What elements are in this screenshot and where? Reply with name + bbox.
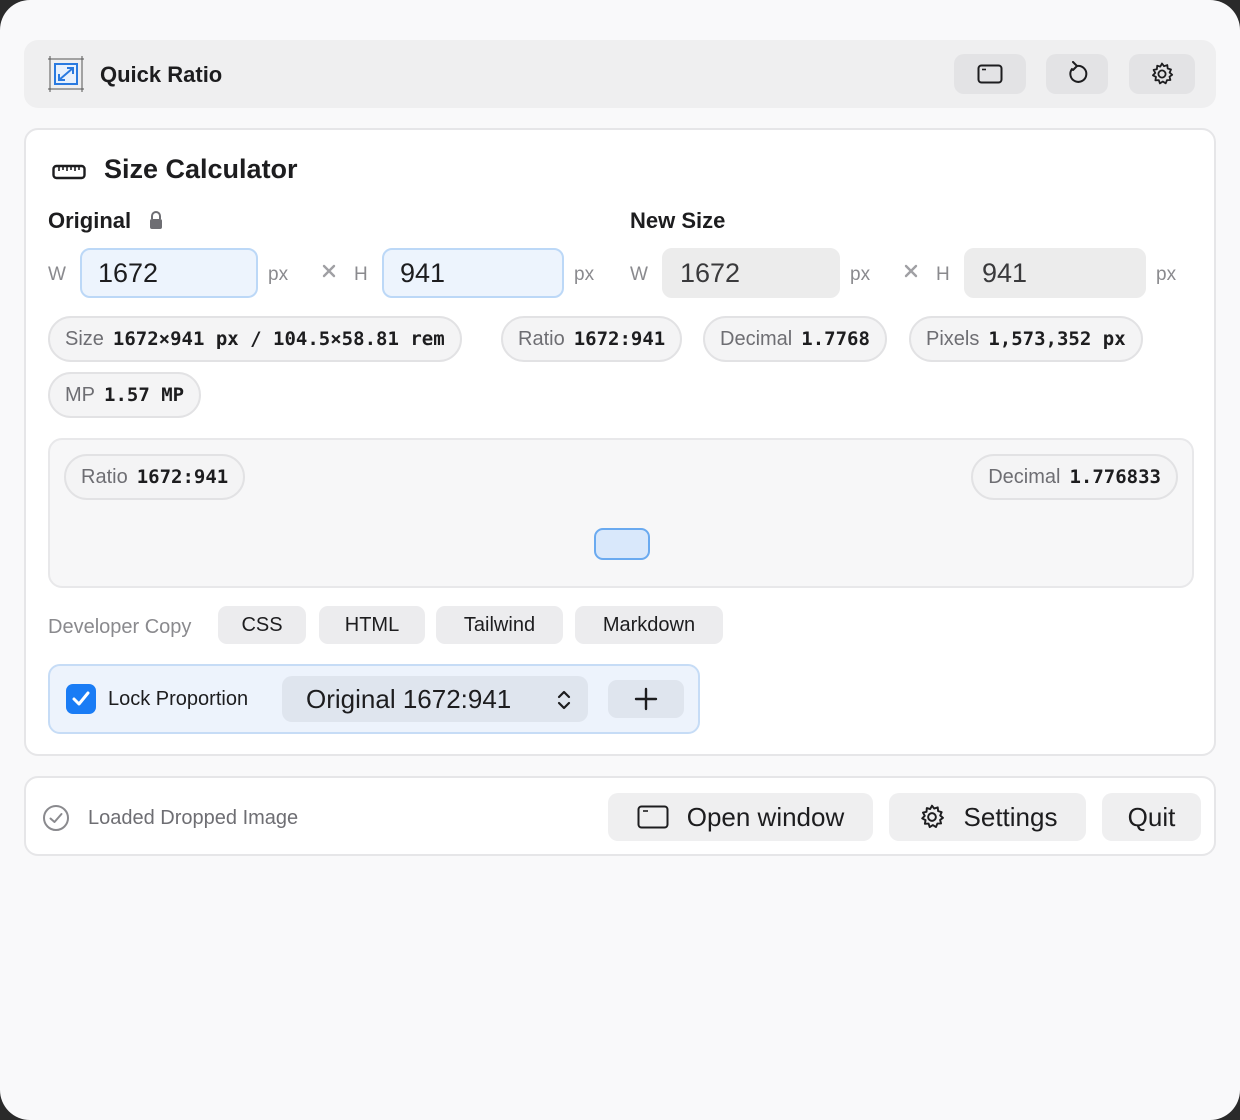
chip-value: 1,573,352 px bbox=[988, 328, 1126, 350]
pixels-chip[interactable]: Pixels 1,573,352 px bbox=[909, 316, 1143, 362]
add-preset-button[interactable] bbox=[608, 680, 684, 718]
new-w-label: W bbox=[630, 264, 648, 285]
new-height-unit: px bbox=[1156, 264, 1177, 285]
chip-value: 1.776833 bbox=[1069, 466, 1161, 488]
size-chip[interactable]: Size 1672×941 px / 104.5×58.81 rem bbox=[48, 316, 462, 362]
window-icon bbox=[637, 805, 669, 829]
original-label: Original bbox=[48, 208, 132, 233]
new-height-input[interactable]: 941 bbox=[964, 248, 1146, 298]
original-h-label: H bbox=[354, 264, 368, 285]
gear-icon bbox=[920, 804, 944, 829]
reset-button[interactable] bbox=[1046, 54, 1108, 94]
original-width-unit: px bbox=[268, 264, 289, 285]
chip-key: Decimal bbox=[988, 465, 1061, 488]
new-width-input[interactable]: 1672 bbox=[662, 248, 840, 298]
window-icon bbox=[977, 64, 1003, 84]
lock-proportion-label: Lock Proportion bbox=[108, 688, 249, 710]
megapixels-chip[interactable]: MP 1.57 MP bbox=[48, 372, 202, 418]
original-width-input[interactable]: 1672 bbox=[80, 248, 258, 298]
ratio-preview: Ratio 1672:941 Decimal 1.776833 bbox=[48, 438, 1194, 588]
app-title: Quick Ratio bbox=[100, 62, 223, 87]
original-height-input[interactable]: 941 bbox=[382, 248, 564, 298]
ratio-chip[interactable]: Ratio 1672:941 bbox=[501, 316, 683, 362]
new-size-label: New Size bbox=[630, 208, 726, 233]
chip-key: Ratio bbox=[518, 327, 565, 350]
ruler-icon bbox=[52, 164, 86, 185]
copy-html-button[interactable]: HTML bbox=[319, 606, 425, 644]
chip-value: 1.57 MP bbox=[104, 384, 185, 406]
chip-value: 1672×941 px / 104.5×58.81 rem bbox=[112, 328, 445, 350]
size-calculator-card: Size Calculator Original W 1672 px H 941… bbox=[24, 128, 1216, 756]
footer-bar: Loaded Dropped Image Open window Setting… bbox=[24, 776, 1216, 856]
chip-key: Ratio bbox=[81, 465, 128, 488]
lock-proportion-row: Lock Proportion Original 1672:941 bbox=[48, 664, 700, 734]
chip-value: 1672:941 bbox=[136, 466, 229, 488]
footer-settings-button[interactable]: Settings bbox=[889, 793, 1086, 841]
resize-app-icon bbox=[46, 54, 86, 94]
original-w-label: W bbox=[48, 264, 66, 285]
preview-decimal-chip: Decimal 1.776833 bbox=[971, 454, 1178, 500]
check-circle-icon bbox=[42, 804, 70, 837]
settings-button[interactable] bbox=[1129, 54, 1195, 94]
new-width-unit: px bbox=[850, 264, 871, 285]
ratio-preset-select[interactable]: Original 1672:941 bbox=[282, 676, 588, 722]
copy-markdown-button[interactable]: Markdown bbox=[575, 606, 723, 644]
chip-key: Size bbox=[65, 327, 104, 350]
copy-tailwind-button[interactable]: Tailwind bbox=[436, 606, 563, 644]
decimal-chip[interactable]: Decimal 1.7768 bbox=[703, 316, 887, 362]
chip-key: Decimal bbox=[720, 327, 793, 350]
quit-label: Quit bbox=[1127, 801, 1176, 832]
settings-label: Settings bbox=[963, 801, 1058, 832]
card-title: Size Calculator bbox=[104, 154, 298, 184]
lock-icon bbox=[148, 210, 164, 235]
copy-css-button[interactable]: CSS bbox=[218, 606, 306, 644]
app-window: Quick Ratio Size Calculator Original W 1… bbox=[0, 0, 1240, 1120]
original-height-unit: px bbox=[574, 264, 595, 285]
preview-ratio-chip: Ratio 1672:941 bbox=[64, 454, 246, 500]
lock-proportion-checkbox[interactable] bbox=[66, 684, 96, 714]
times-icon bbox=[904, 264, 918, 283]
gear-icon bbox=[1152, 62, 1174, 85]
chip-value: 1672:941 bbox=[573, 328, 666, 350]
aspect-preview-shape bbox=[594, 528, 650, 560]
chip-value: 1.7768 bbox=[801, 328, 870, 350]
header-bar: Quick Ratio bbox=[24, 40, 1216, 108]
status-text: Loaded Dropped Image bbox=[88, 807, 299, 829]
plus-icon bbox=[634, 687, 658, 711]
chip-key: Pixels bbox=[926, 327, 980, 350]
reset-icon bbox=[1069, 61, 1088, 83]
checkmark-icon bbox=[72, 691, 90, 706]
ratio-preset-value: Original 1672:941 bbox=[306, 683, 512, 714]
quit-button[interactable]: Quit bbox=[1102, 793, 1201, 841]
times-icon bbox=[322, 264, 336, 283]
chip-key: MP bbox=[65, 383, 95, 406]
window-mode-button[interactable] bbox=[954, 54, 1026, 94]
new-h-label: H bbox=[936, 264, 950, 285]
developer-copy-label: Developer Copy bbox=[48, 616, 192, 638]
chevron-up-down-icon bbox=[556, 688, 572, 719]
open-window-label: Open window bbox=[686, 801, 845, 832]
open-window-button[interactable]: Open window bbox=[608, 793, 873, 841]
